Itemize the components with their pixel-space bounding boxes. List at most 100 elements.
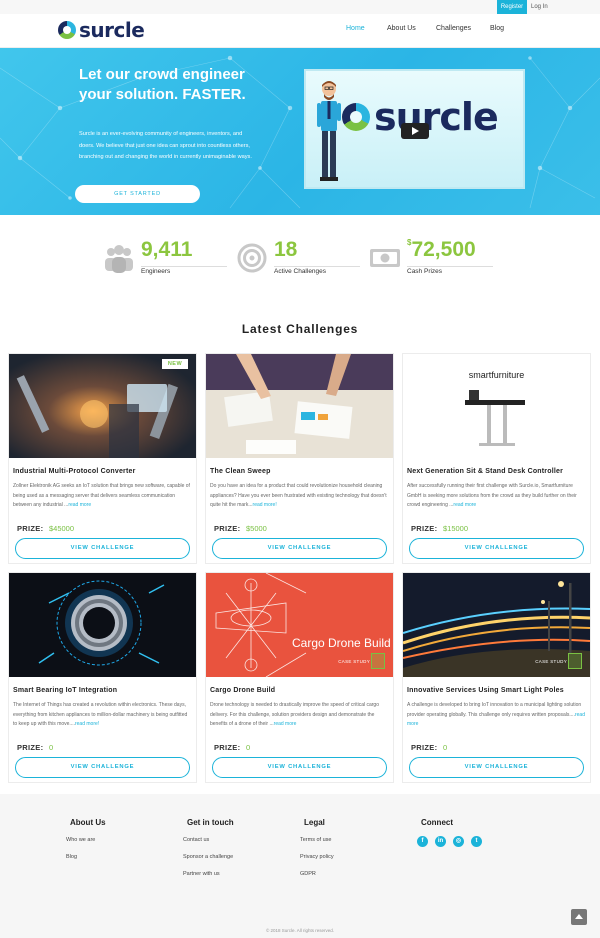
prize-value: $5000: [246, 524, 267, 533]
prize-label: PRIZE:: [411, 743, 438, 752]
latest-challenges-heading: Latest Challenges: [241, 322, 359, 336]
stat-value: 9,411: [141, 238, 193, 261]
footer-heading-legal: Legal: [304, 818, 325, 827]
site-logo[interactable]: surcle: [58, 18, 145, 42]
challenge-image-cargo-drone[interactable]: Cargo Drone Build CASE STUDY: [206, 573, 393, 677]
get-started-button[interactable]: GET STARTED: [75, 185, 200, 203]
linkedin-icon[interactable]: in: [435, 836, 446, 847]
challenge-card: smartfurniture Next Generation Sit & Sta…: [402, 353, 591, 564]
challenge-image-clean-sweep[interactable]: [206, 354, 393, 458]
target-icon: [237, 243, 267, 273]
back-to-top-button[interactable]: [571, 909, 587, 925]
site-footer: About Us Who we are Blog Get in touch Co…: [0, 794, 600, 938]
case-study-label: CASE STUDY: [535, 659, 567, 664]
view-challenge-button[interactable]: VIEW CHALLENGE: [409, 757, 584, 778]
footer-link-contact-us[interactable]: Contact us: [183, 837, 209, 843]
challenge-card: CASE STUDY Innovative Services Using Sma…: [402, 572, 591, 783]
challenge-card: NEW Industrial Multi-Protocol Converter …: [8, 353, 197, 564]
cargo-drone-image-title: Cargo Drone Build: [292, 636, 391, 650]
challenge-description: A challenge is developed to bring IoT in…: [407, 702, 585, 728]
challenge-card: Cargo Drone Build CASE STUDY Cargo Drone…: [205, 572, 394, 783]
footer-link-partner[interactable]: Partner with us: [183, 871, 220, 877]
read-more-link[interactable]: read more: [68, 502, 91, 508]
prize-label: PRIZE:: [17, 524, 44, 533]
case-study-icon: [568, 653, 582, 669]
footer-link-who-we-are[interactable]: Who we are: [66, 837, 95, 843]
footer-heading-connect: Connect: [421, 818, 453, 827]
stat-label: Active Challenges: [274, 268, 327, 275]
challenge-title[interactable]: Next Generation Sit & Stand Desk Control…: [407, 468, 563, 475]
challenge-description: The Internet of Things has created a rev…: [13, 702, 188, 728]
hero-banner: Let our crowd engineer your solution. FA…: [0, 48, 600, 215]
hero-title: Let our crowd engineer your solution. FA…: [79, 66, 246, 103]
read-more-link[interactable]: read more: [453, 502, 476, 508]
case-study-label: CASE STUDY: [338, 659, 370, 664]
footer-link-privacy[interactable]: Privacy policy: [300, 854, 334, 860]
divider: [141, 266, 227, 267]
read-more-link[interactable]: read more!: [253, 502, 277, 508]
challenge-description: Drone technology is needed to drasticall…: [210, 702, 379, 728]
challenge-title[interactable]: The Clean Sweep: [210, 468, 271, 475]
view-challenge-button[interactable]: VIEW CHALLENGE: [15, 757, 190, 778]
read-more-link[interactable]: read more!: [75, 721, 99, 727]
prize-value: 0: [443, 743, 448, 752]
prize-value: $45000: [49, 524, 75, 533]
challenge-description: After successfully running their first c…: [407, 483, 577, 509]
divider: [274, 266, 360, 267]
nav-home[interactable]: Home: [346, 14, 365, 44]
challenge-image-smartfurniture[interactable]: smartfurniture: [403, 354, 590, 458]
play-icon[interactable]: [401, 123, 429, 139]
challenge-title[interactable]: Innovative Services Using Smart Light Po…: [407, 687, 564, 694]
register-button[interactable]: Register: [497, 0, 527, 14]
footer-heading-about: About Us: [70, 818, 106, 827]
prize-label: PRIZE:: [17, 743, 44, 752]
hero-description: Surcle is an ever-evolving community of …: [79, 131, 252, 160]
challenge-image-smart-light-poles[interactable]: CASE STUDY: [403, 573, 590, 677]
challenge-title[interactable]: Cargo Drone Build: [210, 687, 275, 694]
stat-label: Engineers: [141, 268, 171, 275]
footer-link-blog[interactable]: Blog: [66, 854, 77, 860]
prize-value: $15000: [443, 524, 469, 533]
challenge-description: Zollner Elektronik AG seeks an IoT solut…: [13, 483, 190, 509]
footer-link-sponsor[interactable]: Sponsor a challenge: [183, 854, 233, 860]
users-icon: [105, 245, 133, 273]
nav-challenges[interactable]: Challenges: [436, 14, 471, 44]
site-header: surcle Home About Us Challenges Blog: [0, 14, 600, 48]
logo-text: surcle: [79, 18, 145, 42]
nav-about-us[interactable]: About Us: [387, 14, 416, 44]
stat-value: 18: [274, 238, 298, 261]
footer-link-terms[interactable]: Terms of use: [300, 837, 331, 843]
prize-label: PRIZE:: [214, 743, 241, 752]
instagram-icon[interactable]: ◎: [453, 836, 464, 847]
view-challenge-button[interactable]: VIEW CHALLENGE: [212, 757, 387, 778]
case-study-icon: [371, 653, 385, 669]
prize-label: PRIZE:: [411, 524, 438, 533]
top-bar: Register Log In: [0, 0, 600, 14]
view-challenge-button[interactable]: VIEW CHALLENGE: [212, 538, 387, 559]
login-link[interactable]: Log In: [531, 0, 548, 14]
stat-value: $72,500: [407, 238, 476, 261]
presenter-illustration: [317, 81, 341, 181]
challenge-image-industrial[interactable]: NEW: [9, 354, 196, 458]
view-challenge-button[interactable]: VIEW CHALLENGE: [409, 538, 584, 559]
footer-heading-contact: Get in touch: [187, 818, 234, 827]
challenge-title[interactable]: Industrial Multi-Protocol Converter: [13, 468, 136, 475]
prize-label: PRIZE:: [214, 524, 241, 533]
read-more-link[interactable]: read more: [274, 721, 297, 727]
new-badge: NEW: [162, 359, 188, 369]
challenge-description: Do you have an idea for a product that c…: [210, 483, 387, 509]
challenge-title[interactable]: Smart Bearing IoT Integration: [13, 687, 117, 694]
challenge-card: The Clean Sweep Do you have an idea for …: [205, 353, 394, 564]
stat-label: Cash Prizes: [407, 268, 443, 275]
footer-link-gdpr[interactable]: GDPR: [300, 871, 316, 877]
challenge-image-smart-bearing[interactable]: [9, 573, 196, 677]
surcle-logo-icon: [342, 103, 370, 131]
video-logo-text: surcle: [374, 95, 499, 139]
prize-value: 0: [246, 743, 251, 752]
nav-blog[interactable]: Blog: [490, 14, 504, 44]
copyright-text: © 2018 Surcle. All rights reserved.: [265, 928, 335, 933]
facebook-icon[interactable]: f: [417, 836, 428, 847]
twitter-icon[interactable]: t: [471, 836, 482, 847]
view-challenge-button[interactable]: VIEW CHALLENGE: [15, 538, 190, 559]
intro-video[interactable]: surcle: [304, 69, 525, 189]
